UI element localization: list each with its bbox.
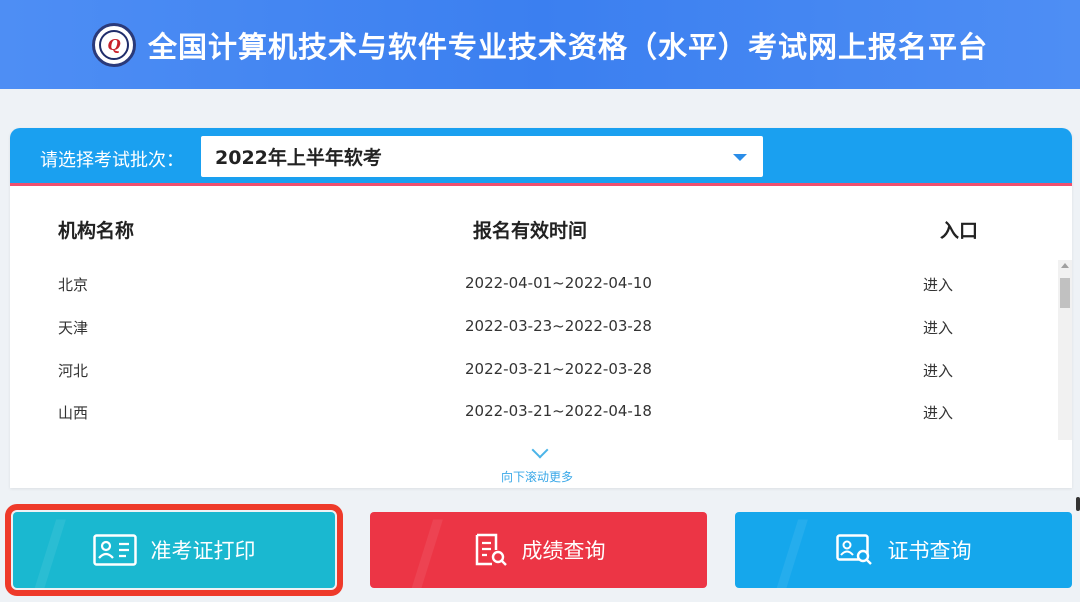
entry-link[interactable]: 进入	[923, 274, 953, 295]
site-title: 全国计算机技术与软件专业技术资格（水平）考试网上报名平台	[147, 29, 988, 64]
certificate-query-button[interactable]: / 证书查询	[735, 512, 1072, 588]
table-scrollbar[interactable]	[1058, 260, 1072, 440]
table-row: 北京 2022-04-01~2022-04-10 进入	[10, 274, 1050, 316]
entry-link[interactable]: 进入	[923, 402, 953, 423]
institution-name: 北京	[58, 276, 89, 294]
registration-period: 2022-04-01~2022-04-10	[465, 274, 652, 292]
column-header-institution: 机构名称	[58, 220, 135, 242]
registration-period: 2022-03-21~2022-04-18	[465, 402, 652, 420]
certificate-search-icon	[835, 534, 874, 566]
background-pattern: /	[410, 512, 443, 588]
background-pattern: /	[775, 512, 808, 588]
batch-selected-value: 2022年上半年软考	[215, 147, 382, 169]
report-search-icon	[472, 532, 508, 568]
registration-panel: 请选择考试批次： 2022年上半年软考 机构名称 报名有效时间 入口 北京 20…	[10, 128, 1072, 488]
table-row: 山西 2022-03-21~2022-04-18 进入	[10, 402, 1050, 444]
column-header-entry: 入口	[940, 220, 979, 242]
side-handle	[1076, 497, 1080, 511]
score-query-button[interactable]: / 成绩查询	[370, 512, 707, 588]
batch-label: 请选择考试批次：	[40, 150, 184, 171]
registration-period: 2022-03-23~2022-03-28	[465, 317, 652, 335]
site-header: Q 全国计算机技术与软件专业技术资格（水平）考试网上报名平台	[0, 0, 1080, 89]
chevron-down-icon[interactable]	[531, 441, 549, 459]
logo-icon: Q	[91, 22, 136, 67]
id-card-icon	[92, 534, 137, 566]
institution-name: 河北	[58, 362, 89, 380]
entry-link[interactable]: 进入	[923, 317, 953, 338]
scroll-up-arrow-icon[interactable]	[1061, 263, 1069, 268]
certificate-query-label: 证书查询	[887, 539, 972, 563]
institution-name: 天津	[58, 319, 89, 337]
entry-link[interactable]: 进入	[923, 360, 953, 381]
background-pattern: /	[33, 512, 66, 588]
logo-mark: Q	[98, 29, 129, 60]
batch-select[interactable]: 2022年上半年软考	[201, 136, 763, 177]
scroll-more-hint[interactable]: 向下滚动更多	[501, 468, 573, 485]
registration-period: 2022-03-21~2022-03-28	[465, 360, 652, 378]
admit-card-print-button[interactable]: / 准考证打印	[5, 504, 343, 596]
batch-selector-bar: 请选择考试批次： 2022年上半年软考	[10, 128, 1072, 186]
institution-name: 山西	[58, 404, 89, 422]
score-query-label: 成绩查询	[521, 539, 606, 563]
column-header-period: 报名有效时间	[473, 220, 588, 242]
dropdown-caret-icon	[733, 154, 747, 161]
scrollbar-thumb[interactable]	[1060, 278, 1070, 308]
table-row: 河北 2022-03-21~2022-03-28 进入	[10, 360, 1050, 402]
table-row: 天津 2022-03-23~2022-03-28 进入	[10, 317, 1050, 359]
admit-card-print-label: 准考证打印	[150, 539, 256, 563]
